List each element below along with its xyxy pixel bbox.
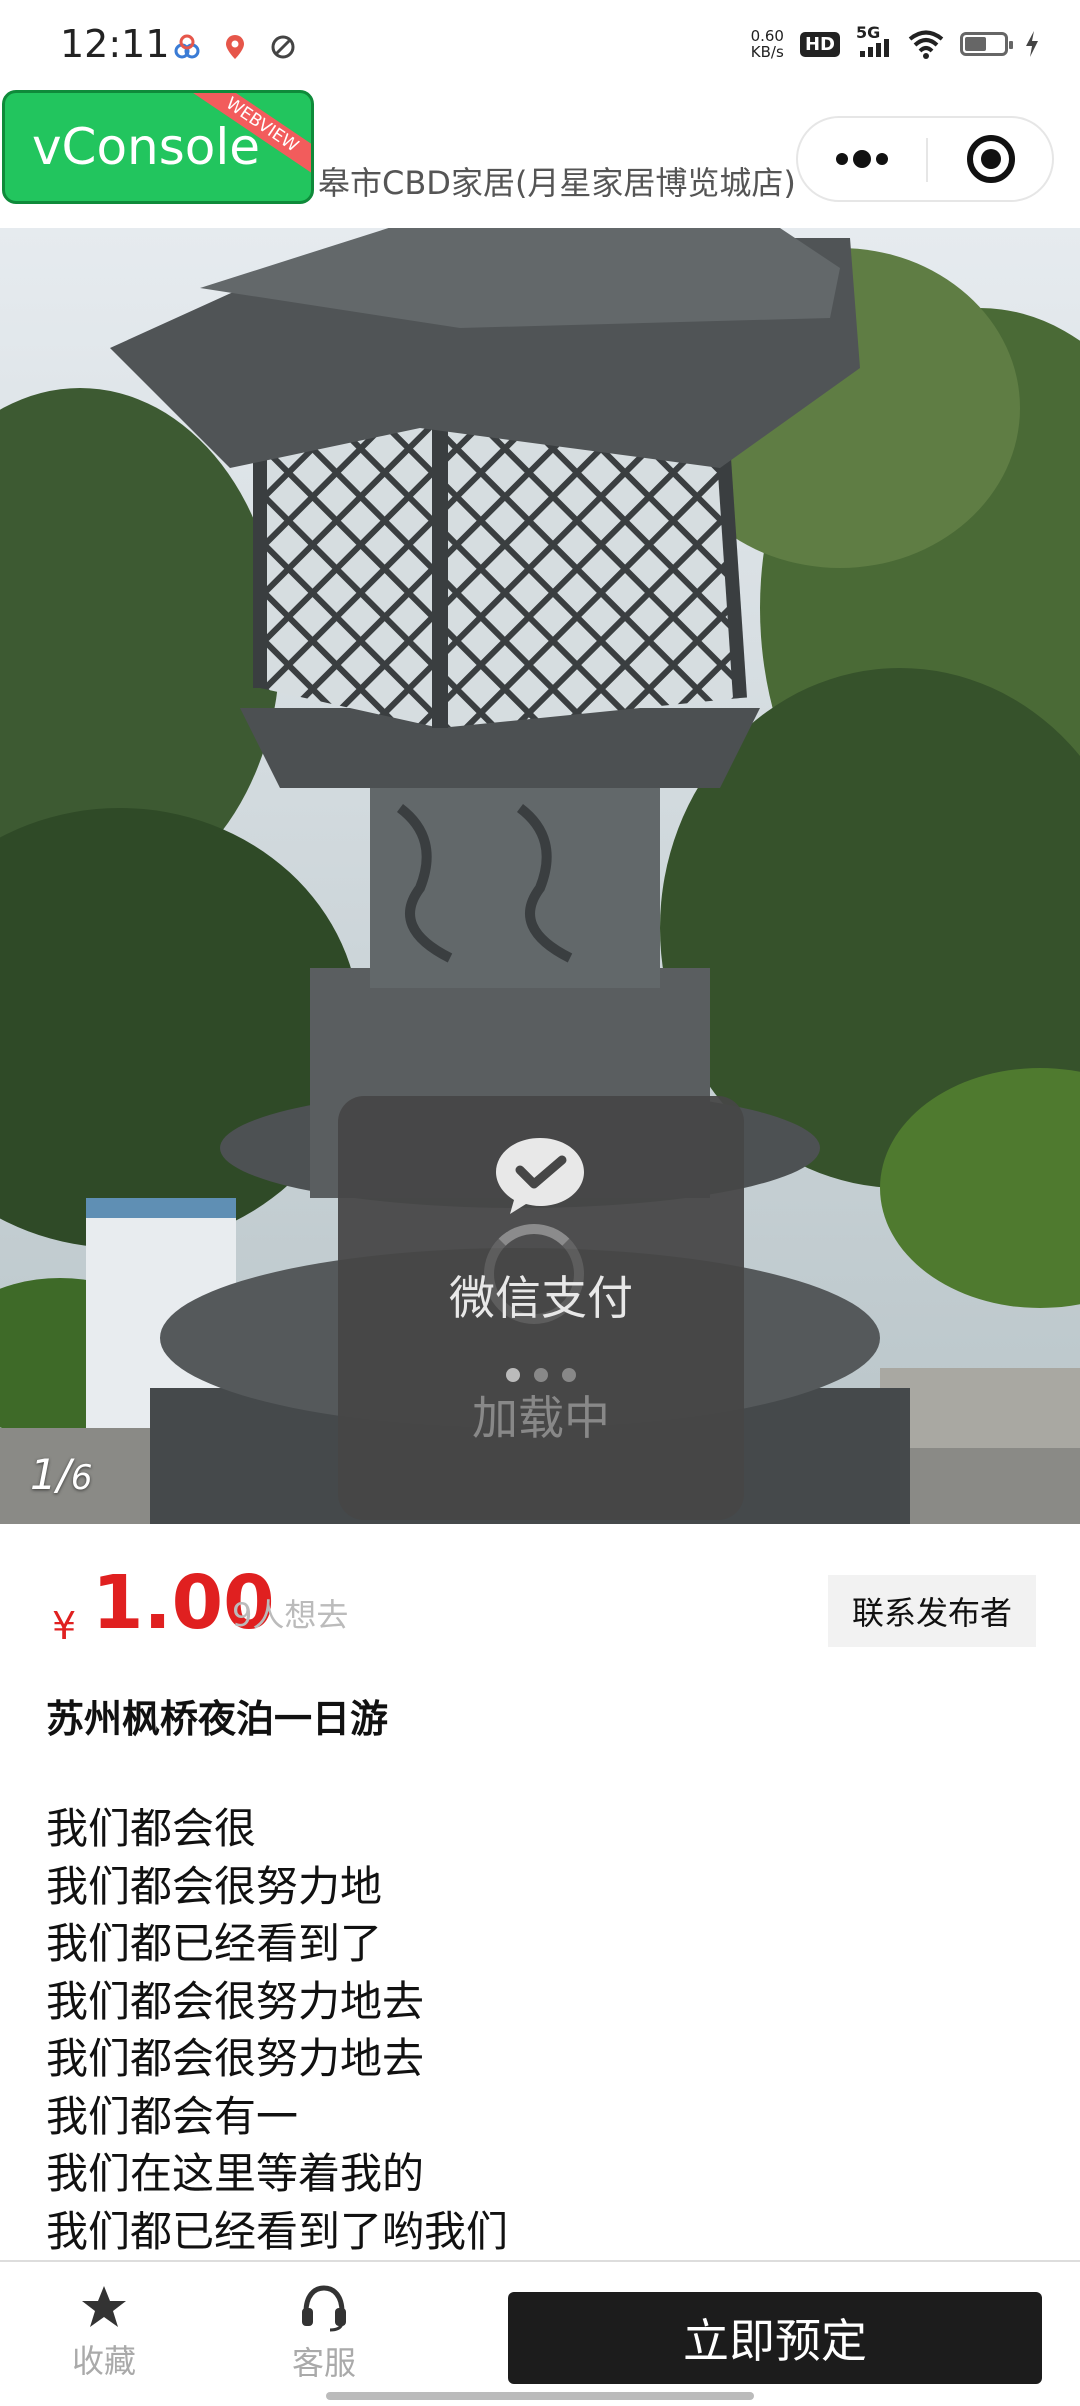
loading-dot xyxy=(534,1368,548,1382)
toast-title: 微信支付 xyxy=(449,1271,633,1325)
status-time: 12:11 xyxy=(60,22,170,66)
close-target-icon xyxy=(967,135,1015,183)
status-left-icons xyxy=(172,32,298,62)
net-speed-value: 0.60 xyxy=(750,27,784,45)
loading-dot xyxy=(506,1368,520,1382)
capsule-menu xyxy=(796,116,1054,202)
loading-text: 加载中 xyxy=(472,1391,610,1445)
more-dots-icon xyxy=(836,150,888,168)
description-line: 我们都会很努力地 xyxy=(46,1861,383,1911)
description-line: 我们都会有一 xyxy=(46,2091,299,2141)
signal-icon: 5G xyxy=(856,23,892,59)
wifi-icon xyxy=(908,30,944,59)
loading-dots xyxy=(338,1368,744,1382)
currency-symbol: ¥ xyxy=(52,1604,77,1648)
product-description: 我们都会很 我们都会很努力地 我们都已经看到了 我们都会很努力地去 我们都会很努… xyxy=(46,1800,508,2260)
net-speed-unit: KB/s xyxy=(750,43,784,61)
wants-count: 9人想去 xyxy=(232,1596,349,1634)
bottom-action-bar: 收藏 客服 立即预定 xyxy=(0,2260,1080,2406)
description-line: 我们都已经看到了 xyxy=(46,1919,383,1968)
price-row: ¥ 1.00 9人想去 联系发布者 xyxy=(0,1560,1080,1670)
loading-dot xyxy=(562,1368,576,1382)
service-label: 客服 xyxy=(291,2344,356,2382)
charging-icon xyxy=(1026,31,1038,57)
page-title: 皋市CBD家居(月星家居博览城店) xyxy=(318,164,796,202)
location-pin-icon xyxy=(226,35,244,59)
home-indicator[interactable] xyxy=(326,2392,754,2400)
headset-icon xyxy=(302,2285,346,2332)
wechat-pay-icon xyxy=(496,1138,584,1214)
book-now-button[interactable]: 立即预定 xyxy=(508,2292,1042,2384)
battery-fill xyxy=(965,37,986,51)
battery-icon xyxy=(960,32,1013,56)
gallery-counter-total: 6 xyxy=(70,1458,93,1498)
favorite-tab[interactable]: 收藏 xyxy=(44,2284,164,2382)
gallery-counter-current: 1 xyxy=(30,1450,57,1499)
description-line: 我们都已经看到了哟我们 xyxy=(46,2206,509,2256)
net-speed: 0.60 KB/s xyxy=(751,28,784,60)
vconsole-label: vConsole xyxy=(31,118,261,176)
description-line: 我们都会很 xyxy=(46,1804,257,1853)
description-line: 我们都会很努力地去 xyxy=(46,1976,425,2026)
description-line: 我们都会很努力地去 xyxy=(46,2034,425,2083)
more-button[interactable] xyxy=(798,118,926,200)
status-right-icons: 0.60 KB/s HD 5G xyxy=(751,23,1040,60)
hd-badge: HD xyxy=(799,31,840,57)
favorite-label: 收藏 xyxy=(71,2342,136,2380)
customer-service-tab[interactable]: 客服 xyxy=(264,2284,384,2384)
status-bar: 12:11 0.60 KB/s HD 5G xyxy=(0,0,1080,100)
star-icon xyxy=(82,2286,126,2327)
gallery-counter-separator: / xyxy=(56,1450,71,1499)
description-line: 我们在这里等着我的 xyxy=(46,2149,425,2198)
vconsole-button[interactable]: vConsole WEBVIEW xyxy=(2,90,314,204)
product-title: 苏州枫桥夜泊一日游 xyxy=(46,1697,389,1741)
app-notification-icon xyxy=(174,34,200,59)
gallery-counter: 1/6 xyxy=(30,1450,93,1499)
sync-icon xyxy=(271,35,295,59)
close-mini-program-button[interactable] xyxy=(928,118,1054,200)
wechat-pay-loading-toast: 微信支付 加载中 xyxy=(338,1096,744,1520)
contact-publisher-button[interactable]: 联系发布者 xyxy=(828,1575,1036,1647)
